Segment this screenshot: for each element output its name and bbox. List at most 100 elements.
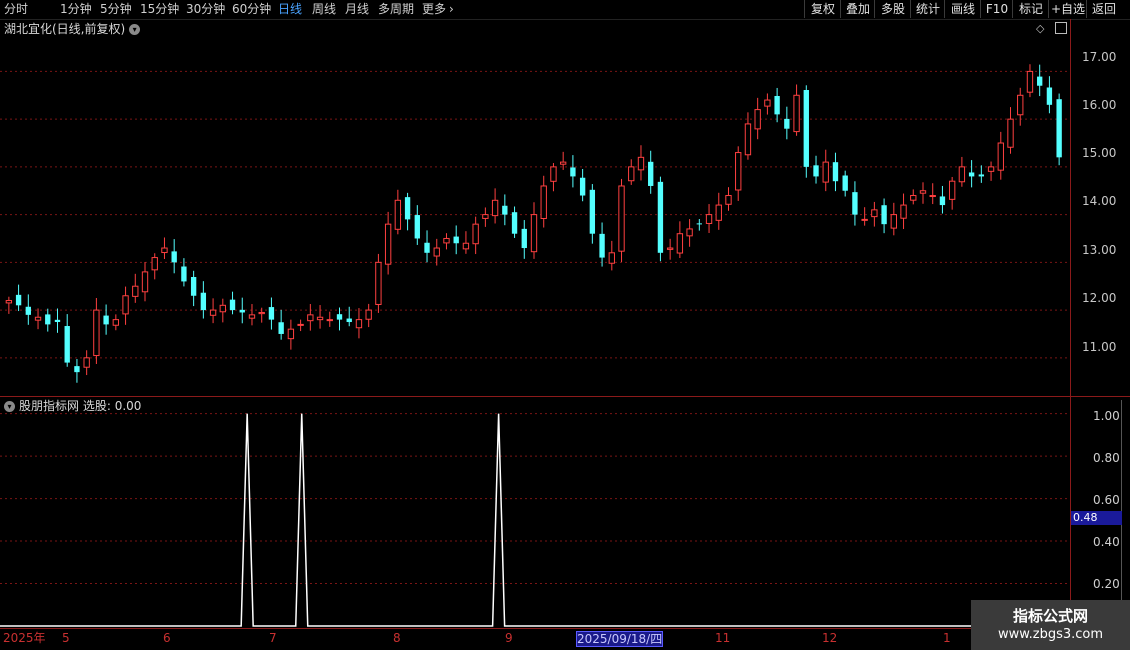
candle (74, 359, 80, 383)
watermark-url: www.zbgs3.com (997, 627, 1104, 642)
price-tick: 17.00 (1082, 50, 1117, 64)
period-tab-60min[interactable]: 60分钟 (232, 1, 271, 18)
draw-line-button[interactable]: 画线 (944, 0, 981, 18)
candle (83, 350, 90, 376)
candle (929, 183, 936, 205)
diamond-icon[interactable]: ◇ (1036, 22, 1044, 35)
candle (657, 176, 664, 262)
window-toggle-icon[interactable] (1055, 22, 1067, 34)
candle (686, 219, 693, 247)
candle (491, 188, 499, 224)
candle (404, 192, 411, 231)
period-tab-daily[interactable]: 日线 (278, 1, 302, 18)
candle (1056, 93, 1062, 166)
add-favorite-button[interactable]: +自选 (1048, 0, 1087, 18)
candle (190, 270, 197, 307)
chevron-down-icon[interactable]: ▾ (129, 24, 141, 35)
x-axis-label: 1 (943, 631, 951, 645)
candle (725, 187, 732, 211)
x-axis-label: 11 (715, 631, 731, 645)
period-tab-multi[interactable]: 多周期 (378, 1, 414, 18)
candle (394, 189, 402, 235)
candle (618, 178, 625, 262)
current-value-badge: 0.48 (1071, 511, 1122, 525)
candle (151, 253, 158, 280)
candle (579, 168, 586, 202)
watermark: 指标公式网 www.zbgs3.com (971, 600, 1130, 650)
candle (705, 204, 713, 233)
period-tab-1min[interactable]: 1分钟 (60, 1, 92, 18)
candle (958, 156, 966, 187)
candle (637, 145, 645, 181)
period-tab-more[interactable]: 更多 (422, 1, 446, 18)
candle (764, 93, 771, 115)
candle (472, 216, 479, 255)
candle (365, 303, 372, 328)
statistics-button[interactable]: 统计 (910, 0, 945, 18)
candle (93, 298, 100, 364)
candle (793, 84, 800, 136)
indicator-tick: 0.40 (1093, 535, 1120, 549)
candle (219, 298, 226, 323)
candle (297, 319, 304, 332)
mark-button[interactable]: 标记 (1012, 0, 1049, 18)
period-tab-weekly[interactable]: 周线 (312, 1, 336, 18)
candle (540, 175, 547, 228)
candle (530, 202, 538, 259)
candle (852, 181, 858, 226)
period-tab-monthly[interactable]: 月线 (345, 1, 369, 18)
candle (482, 207, 489, 227)
indicator-tick: 0.60 (1093, 493, 1120, 507)
candle (103, 304, 109, 335)
candle (511, 206, 518, 238)
period-tab-15min[interactable]: 15分钟 (140, 1, 179, 18)
multi-stock-button[interactable]: 多股 (874, 0, 911, 18)
f10-button[interactable]: F10 (980, 0, 1013, 18)
crosshair-date-label: 2025/09/18/四 (576, 631, 664, 647)
candle (948, 176, 956, 210)
fuquan-button[interactable]: 复权 (804, 0, 841, 18)
candle (336, 307, 343, 331)
candle (355, 308, 363, 339)
candle (861, 207, 868, 226)
candle (239, 297, 245, 324)
candle (813, 155, 819, 184)
x-axis-divider (0, 628, 1130, 629)
candle (414, 205, 420, 245)
chart-title: 湖北宜化(日线,前复权) ▾ (4, 20, 141, 38)
back-button[interactable]: 返回 (1086, 0, 1121, 18)
candle (384, 211, 392, 275)
period-tab-5min[interactable]: 5分钟 (100, 1, 132, 18)
candle (424, 230, 430, 263)
chart-title-text: 湖北宜化(日线,前复权) (4, 22, 126, 36)
price-tick: 14.00 (1082, 194, 1117, 208)
candle (570, 155, 576, 188)
period-tab-30min[interactable]: 30分钟 (186, 1, 225, 18)
candle (1026, 64, 1034, 98)
chevron-right-icon[interactable]: › (449, 1, 454, 18)
candle (919, 182, 927, 204)
period-toolbar: 分时 1分钟 5分钟 15分钟 30分钟 60分钟 日线 周线 月线 多周期 更… (0, 0, 1130, 20)
candle (628, 159, 635, 185)
period-tab-fenshi[interactable]: 分时 (4, 1, 28, 18)
candle (910, 189, 917, 205)
indicator-chart[interactable] (0, 397, 1070, 628)
indicator-tick: 0.80 (1093, 451, 1120, 465)
x-axis-label: 2025年 (3, 631, 46, 645)
kline-chart[interactable] (0, 38, 1070, 396)
candle (822, 149, 829, 192)
x-axis-label: 7 (269, 631, 277, 645)
candle (258, 307, 265, 323)
candle (881, 198, 887, 234)
x-axis-label: 9 (505, 631, 513, 645)
candle (900, 193, 907, 230)
candle (141, 262, 149, 302)
candle (209, 298, 217, 324)
candle (735, 146, 742, 201)
watermark-title: 指标公式网 (1012, 607, 1088, 625)
candle (248, 304, 256, 326)
candle (521, 220, 527, 259)
candle (939, 185, 946, 214)
overlay-button[interactable]: 叠加 (840, 0, 875, 18)
candle (1046, 76, 1053, 114)
